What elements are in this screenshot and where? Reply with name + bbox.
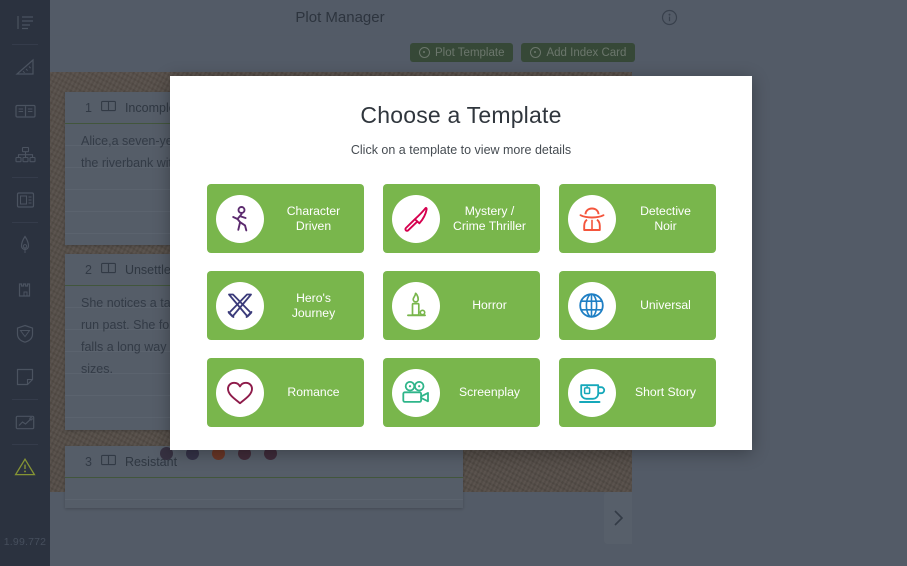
heart-icon	[215, 368, 264, 417]
template-label: Mystery / Crime Thriller	[453, 203, 526, 233]
movie-camera-icon	[391, 368, 440, 417]
template-label: Short Story	[635, 385, 696, 399]
candle-icon	[391, 281, 440, 330]
knife-icon	[391, 194, 440, 243]
template-label: Screenplay	[459, 385, 520, 399]
teacup-icon	[567, 368, 616, 417]
template-card-short-story[interactable]: Short Story	[558, 358, 716, 427]
template-label: Detective Noir	[640, 203, 691, 233]
template-card-romance[interactable]: Romance	[206, 358, 364, 427]
template-label: Universal	[640, 298, 691, 312]
template-grid: Character Driven Mystery / Crime Thrille…	[170, 157, 752, 427]
template-label: Hero's Journey	[291, 290, 336, 320]
crossed-swords-icon	[215, 281, 264, 330]
template-card-horror[interactable]: Horror	[382, 271, 540, 340]
detective-hat-icon	[567, 194, 616, 243]
template-label: Horror	[472, 298, 507, 312]
app-window: Plot Manager Plot Template Add Index Car…	[0, 0, 907, 566]
template-card-heros-journey[interactable]: Hero's Journey	[206, 271, 364, 340]
template-card-mystery-crime-thriller[interactable]: Mystery / Crime Thriller	[382, 184, 540, 253]
template-card-universal[interactable]: Universal	[558, 271, 716, 340]
template-card-screenplay[interactable]: Screenplay	[382, 358, 540, 427]
globe-icon	[567, 281, 616, 330]
template-label: Romance	[287, 385, 340, 399]
choose-template-dialog: Choose a Template Click on a template to…	[170, 76, 752, 450]
template-label: Character Driven	[286, 203, 341, 233]
dialog-title: Choose a Template	[360, 102, 562, 128]
walking-person-icon	[215, 194, 264, 243]
template-card-character-driven[interactable]: Character Driven	[206, 184, 364, 253]
template-card-detective-noir[interactable]: Detective Noir	[558, 184, 716, 253]
dialog-subtitle: Click on a template to view more details	[350, 143, 572, 157]
